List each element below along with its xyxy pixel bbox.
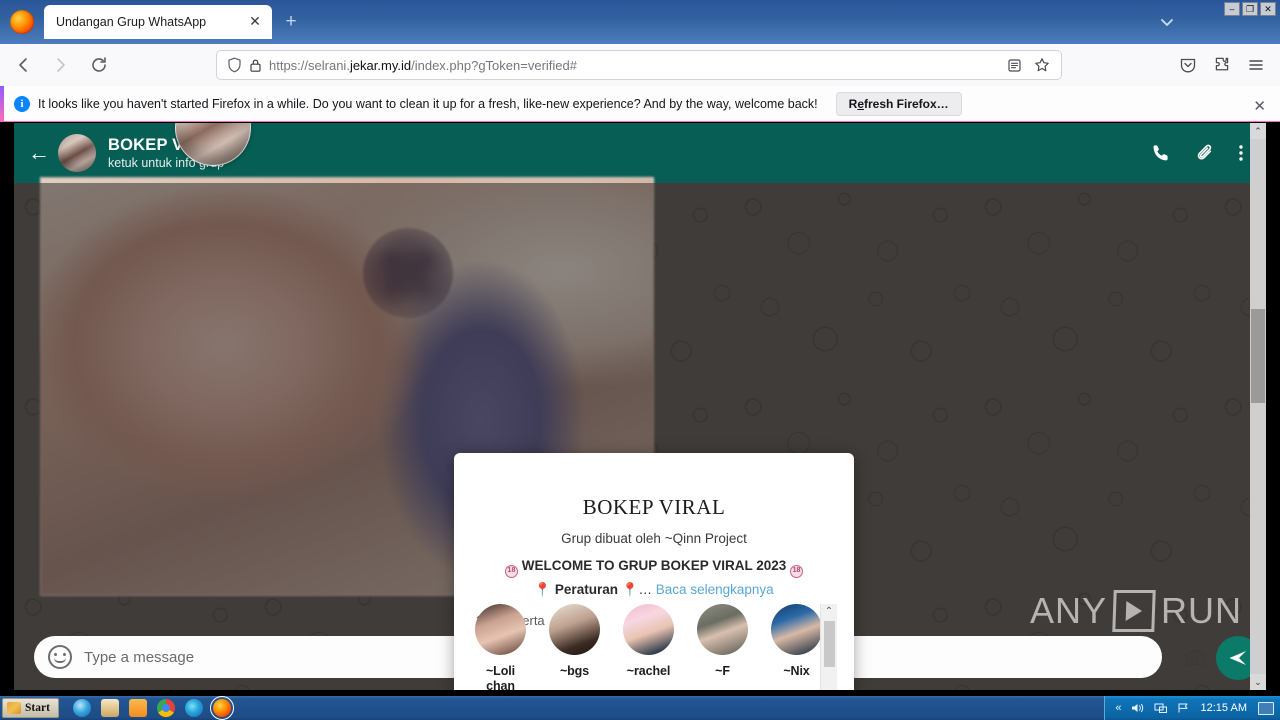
group-description-welcome: 18 WELCOME TO GRUP BOKEP VIRAL 2023 18 [454,557,854,578]
firefox-icon[interactable] [209,696,234,720]
paperclip-icon[interactable] [1194,142,1216,164]
forward-button[interactable] [46,50,76,80]
avatar [771,604,822,655]
scrollbar-thumb[interactable] [1251,309,1265,403]
browser-tab[interactable]: Undangan Grup WhatsApp ✕ [44,5,272,39]
three-dots-menu-icon[interactable] [1238,142,1244,164]
list-item[interactable]: ~Loli chan [475,604,526,690]
info-icon: i [14,95,30,112]
window-controls: – ❐ ✕ [1224,2,1276,16]
bookmark-star-icon[interactable] [1029,53,1055,77]
lock-icon[interactable] [245,58,265,73]
avatar [549,604,600,655]
avatar [697,604,748,655]
page-scrollbar[interactable]: ⌃ ⌄ [1250,123,1266,690]
list-item[interactable]: ~F [697,604,748,690]
participant-name: ~F [715,664,730,678]
start-button[interactable]: Start [2,698,59,718]
rules-ellipsis: … [638,582,653,597]
web-page-content: ← BOKEP VIRAL … ketuk untuk info grup AN… [14,123,1266,690]
toolbar-right-actions [1172,50,1272,80]
pin-icon-left: 📍 [534,582,552,597]
url-text: https://selrani.jekar.my.id/index.php?gT… [269,57,577,73]
nsfw-badge-left: 18 [504,565,518,578]
file-explorer-icon[interactable] [100,699,119,717]
group-description-rules: 📍 Peraturan 📍… Baca selengkapnya [454,582,854,598]
chevron-down-icon[interactable] [1157,14,1177,30]
message-input-placeholder: Type a message [84,648,195,666]
scrollbar-thumb[interactable] [824,621,835,667]
maximize-button[interactable]: ❐ [1242,2,1258,16]
extensions-puzzle-icon[interactable] [1206,50,1238,80]
group-avatar[interactable] [58,134,96,172]
tab-title: Undangan Grup WhatsApp [56,15,207,29]
clock[interactable]: 12:15 AM [1199,702,1249,714]
participants-list: ~Loli chan ~bgs ~rachel ~F ~Nix [472,604,822,690]
reader-view-icon[interactable] [1001,53,1027,77]
group-name: BOKEP VIRAL [582,495,726,519]
quick-launch-bar [72,696,234,720]
avatar [623,604,674,655]
list-item[interactable]: ~rachel [623,604,674,690]
media-player-icon[interactable] [128,699,147,717]
security-flag-icon[interactable] [1177,702,1190,714]
nsfw-badge-right: 18 [790,565,804,578]
participant-name: ~rachel [626,664,671,678]
chrome-icon[interactable] [156,699,175,717]
firefox-logo-icon [10,10,34,34]
address-bar-actions [1001,53,1055,77]
reload-button[interactable] [84,50,114,80]
pin-icon-right: 📍 [621,582,639,597]
back-button[interactable] [8,50,38,80]
camera-icon[interactable] [1184,648,1206,673]
scroll-up-icon[interactable]: ⌃ [1250,123,1266,139]
network-icon[interactable] [1154,702,1168,714]
windows-taskbar: Start « 12:15 AM [0,696,1280,720]
list-item[interactable]: ~bgs [549,604,600,690]
participants-section: ~Loli chan ~bgs ~rachel ~F ~Nix ⌃ [472,604,837,690]
firefox-refresh-notification-bar: i It looks like you haven't started Fire… [0,86,1280,122]
edge-icon[interactable] [184,699,203,717]
refresh-firefox-button[interactable]: Refresh Firefox… [835,91,962,116]
browser-tab-strip: Undangan Grup WhatsApp ✕ + – ❐ ✕ [0,0,1280,44]
scroll-down-icon[interactable]: ⌄ [1250,674,1266,690]
close-icon[interactable]: ✕ [246,13,264,31]
avatar [475,604,526,655]
internet-explorer-icon[interactable] [72,699,91,717]
start-label: Start [25,702,50,714]
show-desktop-icon[interactable] [1258,701,1274,715]
participant-name: ~Loli chan [485,664,516,690]
hamburger-menu-icon[interactable] [1240,50,1272,80]
close-icon[interactable]: ✕ [1253,97,1266,115]
screen: Undangan Grup WhatsApp ✕ + – ❐ ✕ https:/… [0,0,1280,720]
tray-expand-chevron-icon[interactable]: « [1115,702,1121,714]
chat-header-actions [1150,142,1252,164]
back-arrow-icon[interactable]: ← [28,142,54,164]
phone-call-icon[interactable] [1150,142,1172,164]
minimize-button[interactable]: – [1224,2,1240,16]
close-window-button[interactable]: ✕ [1260,2,1276,16]
scroll-down-icon[interactable]: ⌄ [825,684,833,690]
volume-icon[interactable] [1131,702,1145,714]
list-item[interactable]: ~Nix [771,604,822,690]
windows-flag-icon [7,702,21,714]
participants-vertical-scrollbar[interactable]: ⌃ ⌄ [820,604,837,690]
group-invite-dialog: BOKEP VIRAL Grup dibuat oleh ~Qinn Proje… [454,453,854,690]
group-creator: Grup dibuat oleh ~Qinn Project [561,531,747,546]
system-tray: « 12:15 AM [1104,696,1280,720]
emoji-smiley-icon[interactable] [48,645,72,669]
address-bar[interactable]: https://selrani.jekar.my.id/index.php?gT… [216,50,1062,80]
rules-label: Peraturan [554,582,618,597]
participant-name: ~Nix [783,664,810,678]
pocket-save-icon[interactable] [1172,50,1204,80]
scroll-up-icon[interactable]: ⌃ [825,604,833,619]
read-more-link[interactable]: Baca selengkapnya [656,582,774,597]
participant-name: ~bgs [559,664,590,678]
shield-icon[interactable] [223,57,245,73]
notification-message: It looks like you haven't started Firefo… [38,96,818,111]
new-tab-button[interactable]: + [281,12,301,32]
welcome-text: WELCOME TO GRUP BOKEP VIRAL 2023 [521,558,787,573]
